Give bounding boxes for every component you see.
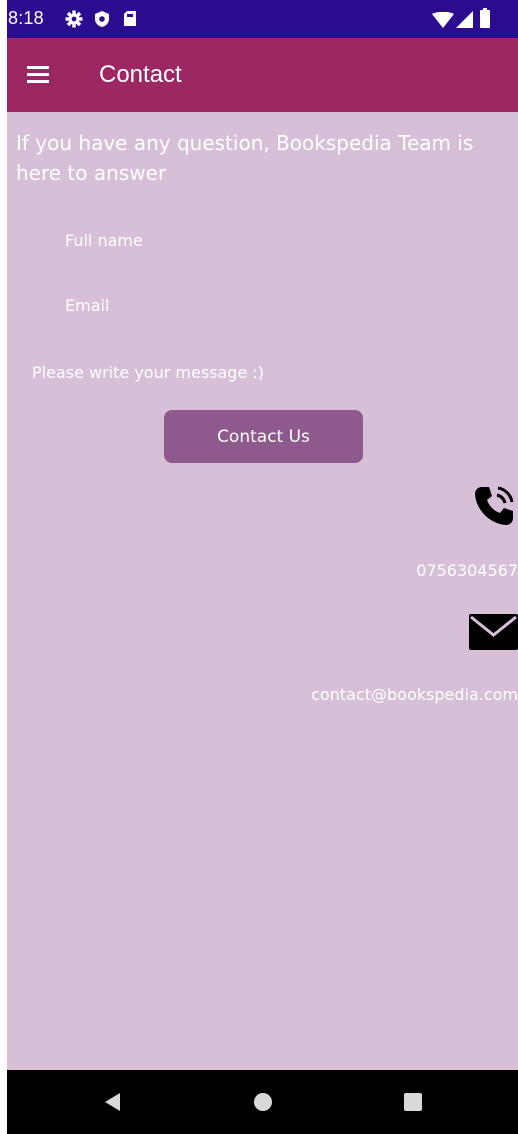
full-name-field[interactable]	[65, 228, 445, 252]
battery-icon	[480, 8, 490, 28]
mail-icon[interactable]	[469, 614, 518, 650]
email-field[interactable]	[65, 293, 445, 317]
intro-text: If you have any question, Bookspedia Tea…	[16, 131, 474, 185]
gear-icon	[65, 10, 83, 28]
contact-us-button[interactable]: Contact Us	[164, 410, 363, 463]
recents-icon[interactable]	[397, 1086, 429, 1118]
email-address[interactable]: contact@bookspedia.com	[311, 685, 518, 704]
page-title: Contact	[99, 61, 182, 88]
signal-icon	[456, 11, 473, 28]
home-icon[interactable]	[247, 1086, 279, 1118]
phone-number[interactable]: 0756304567	[416, 561, 518, 580]
app-screen: 8:18 Contact If you have any question, B…	[7, 0, 518, 1134]
back-icon[interactable]	[96, 1086, 128, 1118]
status-bar: 8:18	[7, 0, 518, 38]
system-nav-bar	[7, 1070, 518, 1134]
status-time: 8:18	[8, 8, 44, 28]
sd-card-icon	[124, 11, 136, 26]
app-bar: Contact	[7, 38, 518, 112]
contact-page-content: If you have any question, Bookspedia Tea…	[7, 112, 518, 1070]
message-field[interactable]	[32, 360, 492, 384]
shield-icon	[95, 11, 109, 27]
phone-icon[interactable]	[472, 484, 516, 528]
wifi-icon	[432, 12, 454, 28]
hamburger-menu-icon[interactable]	[19, 60, 53, 90]
